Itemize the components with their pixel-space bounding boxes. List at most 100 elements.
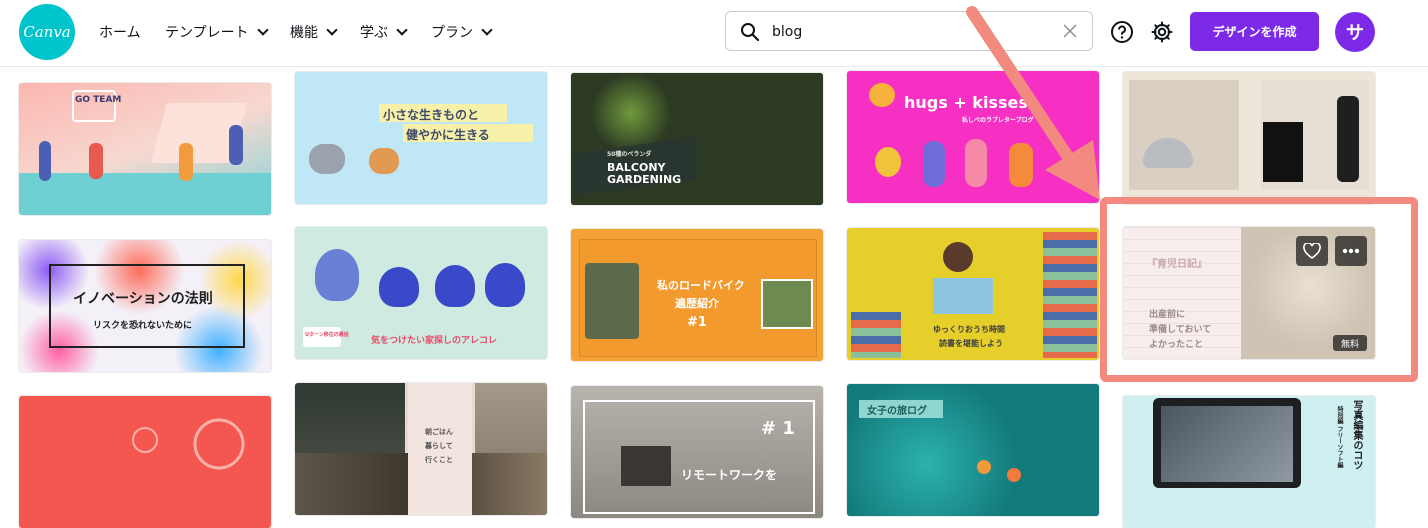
card-title: リモートワークを bbox=[681, 468, 778, 482]
chevron-down-icon bbox=[481, 24, 493, 36]
card-subtitle: 私しべのラブレターブログ bbox=[962, 117, 1034, 124]
photo-panel bbox=[1129, 80, 1239, 190]
bird-illustration bbox=[485, 263, 525, 307]
search-input[interactable] bbox=[770, 20, 1054, 44]
chevron-down-icon bbox=[256, 24, 269, 36]
free-badge-label: 無料 bbox=[1340, 339, 1359, 350]
nav-features-label: 機能 bbox=[290, 25, 318, 41]
heart-icon bbox=[1303, 243, 1321, 259]
template-card-balcony-gardening[interactable]: 50種のベランダ BALCONY GARDENING bbox=[571, 73, 823, 205]
laptop-screen bbox=[1161, 406, 1293, 482]
create-design-button[interactable]: デザインを作成 bbox=[1190, 12, 1319, 51]
magnifier-illustration bbox=[132, 418, 245, 470]
books-stack bbox=[1043, 232, 1097, 358]
template-card-smart-home[interactable] bbox=[1123, 72, 1375, 204]
nav-features[interactable]: 機能 bbox=[290, 22, 338, 42]
nav-templates[interactable]: テンプレート bbox=[165, 22, 269, 42]
book-illustration bbox=[933, 278, 993, 314]
person-figure bbox=[179, 143, 193, 181]
chevron-down-icon bbox=[396, 24, 408, 36]
person-figure bbox=[39, 141, 51, 181]
bird-illustration bbox=[315, 249, 359, 301]
nav-home-label: ホーム bbox=[99, 25, 141, 41]
logo-text: Canva bbox=[23, 23, 71, 41]
card-title: 女子の旅ログ bbox=[867, 406, 927, 417]
card-title: イノベーションの法則 bbox=[73, 291, 213, 307]
card-text: 朝ごはん bbox=[425, 428, 453, 436]
card-text: 準備しておいて bbox=[1149, 325, 1212, 335]
template-card-red[interactable] bbox=[19, 396, 271, 528]
dog-illustration bbox=[369, 148, 399, 174]
card-number: # 1 bbox=[761, 418, 795, 439]
character-illustration bbox=[875, 147, 901, 177]
books-stack bbox=[851, 312, 901, 358]
favorite-button[interactable] bbox=[1296, 236, 1328, 266]
card-title: GO TEAM bbox=[75, 95, 122, 105]
bike-photo bbox=[761, 279, 813, 329]
nav-plans-label: プラン bbox=[431, 25, 473, 41]
template-card-house-hunting[interactable]: Uターン移住の裏話 気をつけたい家探しのアレコレ bbox=[295, 227, 547, 359]
template-card-reading[interactable]: ゆっくりおうち時間 読書を堪能しよう bbox=[847, 228, 1099, 360]
bird-illustration bbox=[379, 267, 419, 307]
card-text: 行くこと bbox=[425, 456, 453, 464]
card-subtitle: 健やかに生きる bbox=[406, 128, 490, 142]
bird-illustration bbox=[435, 265, 475, 307]
card-subtitle: 遍歴紹介 bbox=[675, 297, 719, 310]
template-card-photo-editing[interactable]: 写真編集のコツ 特別編 フリーソフト編 bbox=[1123, 396, 1375, 528]
card-title: 気をつけたい家探しのアレコレ bbox=[371, 336, 498, 346]
nav-learn[interactable]: 学ぶ bbox=[360, 22, 408, 42]
template-card-hugs-kisses[interactable]: hugs + kisses 私しべのラブレターブログ bbox=[847, 71, 1099, 203]
card-bg-shape bbox=[19, 173, 271, 215]
card-badge-text: Uターン移住の裏話 bbox=[305, 332, 349, 338]
template-card-road-bike[interactable]: 私のロードバイク 遍歴紹介 #1 bbox=[571, 229, 823, 361]
help-icon[interactable] bbox=[1110, 20, 1134, 44]
card-number: #1 bbox=[687, 315, 707, 330]
card-subtitle: 特別編 フリーソフト編 bbox=[1336, 406, 1343, 469]
card-title: 小さな生きものと bbox=[383, 108, 480, 122]
float-illustration bbox=[977, 460, 991, 474]
person-illustration bbox=[943, 242, 973, 272]
card-title: hugs + kisses bbox=[904, 93, 1028, 112]
card-title: 写真編集のコツ bbox=[1351, 400, 1362, 470]
template-card-travel-log[interactable]: 女子の旅ログ bbox=[847, 384, 1099, 516]
card-title: 私のロードバイク bbox=[657, 279, 745, 292]
nav-learn-label: 学ぶ bbox=[360, 25, 388, 41]
card-subtitle: リスクを恐れないために bbox=[93, 321, 193, 331]
avatar[interactable]: サ bbox=[1335, 12, 1375, 52]
template-card-childcare-diary[interactable]: 『育児日記』 出産前に 準備しておいて よかったこと 無料 bbox=[1123, 227, 1375, 359]
character-illustration bbox=[869, 83, 895, 107]
more-options-button[interactable] bbox=[1335, 236, 1367, 266]
desk-illustration bbox=[621, 446, 671, 486]
cat-illustration bbox=[1263, 122, 1303, 182]
top-bar: Canva ホーム テンプレート 機能 学ぶ プラン デザインを作成 サ bbox=[0, 0, 1428, 67]
free-badge: 無料 bbox=[1333, 335, 1367, 351]
person-figure bbox=[89, 143, 103, 179]
card-text: 暮らして bbox=[425, 442, 453, 450]
gear-icon[interactable] bbox=[1150, 20, 1174, 44]
template-card-innovation[interactable]: イノベーションの法則 リスクを恐れないために bbox=[19, 240, 271, 372]
card-caption: 50種のベランダ bbox=[607, 151, 652, 158]
character-illustration bbox=[1009, 143, 1033, 187]
speaker-illustration bbox=[1337, 96, 1359, 182]
clear-icon[interactable] bbox=[1062, 23, 1078, 39]
template-card-breakfast[interactable]: 朝ごはん 暮らして 行くこと bbox=[295, 383, 547, 515]
card-title: ゆっくりおうち時間 bbox=[933, 325, 1005, 334]
template-card-small-creatures[interactable]: 小さな生きものと 健やかに生きる bbox=[295, 72, 547, 204]
card-text: よかったこと bbox=[1149, 340, 1204, 350]
bike-photo bbox=[585, 263, 639, 339]
more-icon bbox=[1342, 248, 1360, 254]
character-illustration bbox=[965, 139, 987, 187]
card-text: 出産前に bbox=[1149, 310, 1186, 320]
avatar-initial: サ bbox=[1346, 23, 1364, 44]
template-card-remote-work[interactable]: # 1 リモートワークを bbox=[571, 386, 823, 518]
canva-logo[interactable]: Canva bbox=[19, 4, 75, 60]
cat-illustration bbox=[309, 144, 345, 174]
search-icon bbox=[741, 23, 760, 42]
card-title: 『育児日記』 bbox=[1147, 259, 1207, 270]
chevron-down-icon bbox=[326, 24, 338, 36]
nav-plans[interactable]: プラン bbox=[431, 22, 493, 42]
template-card-go-team[interactable]: GO TEAM bbox=[19, 83, 271, 215]
search-box[interactable] bbox=[725, 11, 1093, 51]
person-figure bbox=[229, 125, 243, 165]
nav-home[interactable]: ホーム bbox=[99, 22, 141, 42]
